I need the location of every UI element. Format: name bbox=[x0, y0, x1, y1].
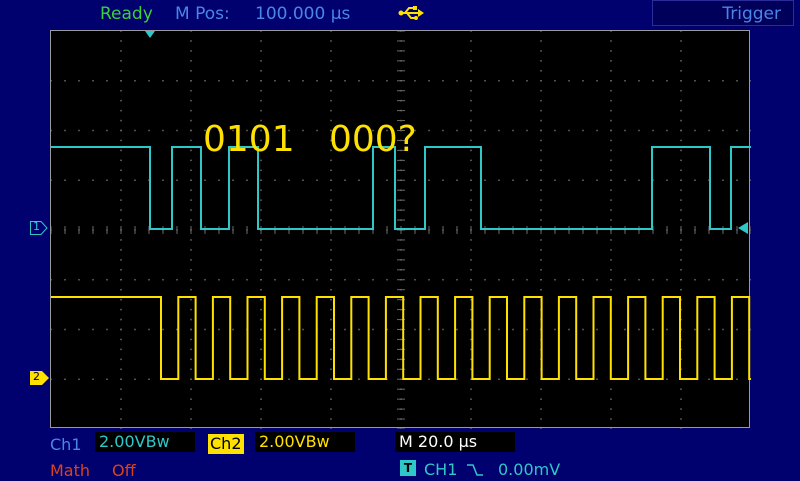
ch1-scale: 2.00VBw bbox=[95, 432, 195, 452]
math-state: Off bbox=[112, 461, 136, 480]
ch2-ground-marker[interactable]: 2 bbox=[30, 370, 50, 385]
waveform-display: 0101 000? bbox=[50, 30, 751, 429]
trigger-badge: T bbox=[400, 460, 416, 476]
ch2-scale: 2.00VBw bbox=[255, 432, 355, 452]
usb-icon bbox=[398, 6, 424, 20]
trigger-position-marker-icon bbox=[145, 31, 155, 38]
ch2-marker-label: 2 bbox=[33, 370, 40, 383]
bit-annotation: 0101 000? bbox=[203, 119, 417, 160]
trigger-level: 0.00mV bbox=[498, 460, 561, 479]
ch1-ground-marker[interactable]: 1 bbox=[30, 220, 48, 235]
waveform-graticule bbox=[51, 31, 751, 429]
trigger-menu-label: Trigger bbox=[722, 4, 781, 24]
main-position-label: M Pos: bbox=[175, 4, 230, 24]
math-label[interactable]: Math bbox=[50, 461, 90, 481]
status-text: Ready bbox=[100, 4, 153, 24]
trigger-level-marker-icon bbox=[738, 222, 748, 234]
ch1-label[interactable]: Ch1 bbox=[50, 435, 82, 455]
trigger-source: CH1 bbox=[424, 460, 458, 479]
ch2-label[interactable]: Ch2 bbox=[208, 434, 244, 454]
trigger-menu-tab[interactable]: Trigger bbox=[652, 0, 794, 26]
main-position-value: 100.000 µs bbox=[255, 4, 351, 24]
falling-edge-icon bbox=[467, 464, 483, 476]
time-scale: M 20.0 µs bbox=[395, 432, 515, 452]
ch1-marker-label: 1 bbox=[33, 220, 40, 233]
